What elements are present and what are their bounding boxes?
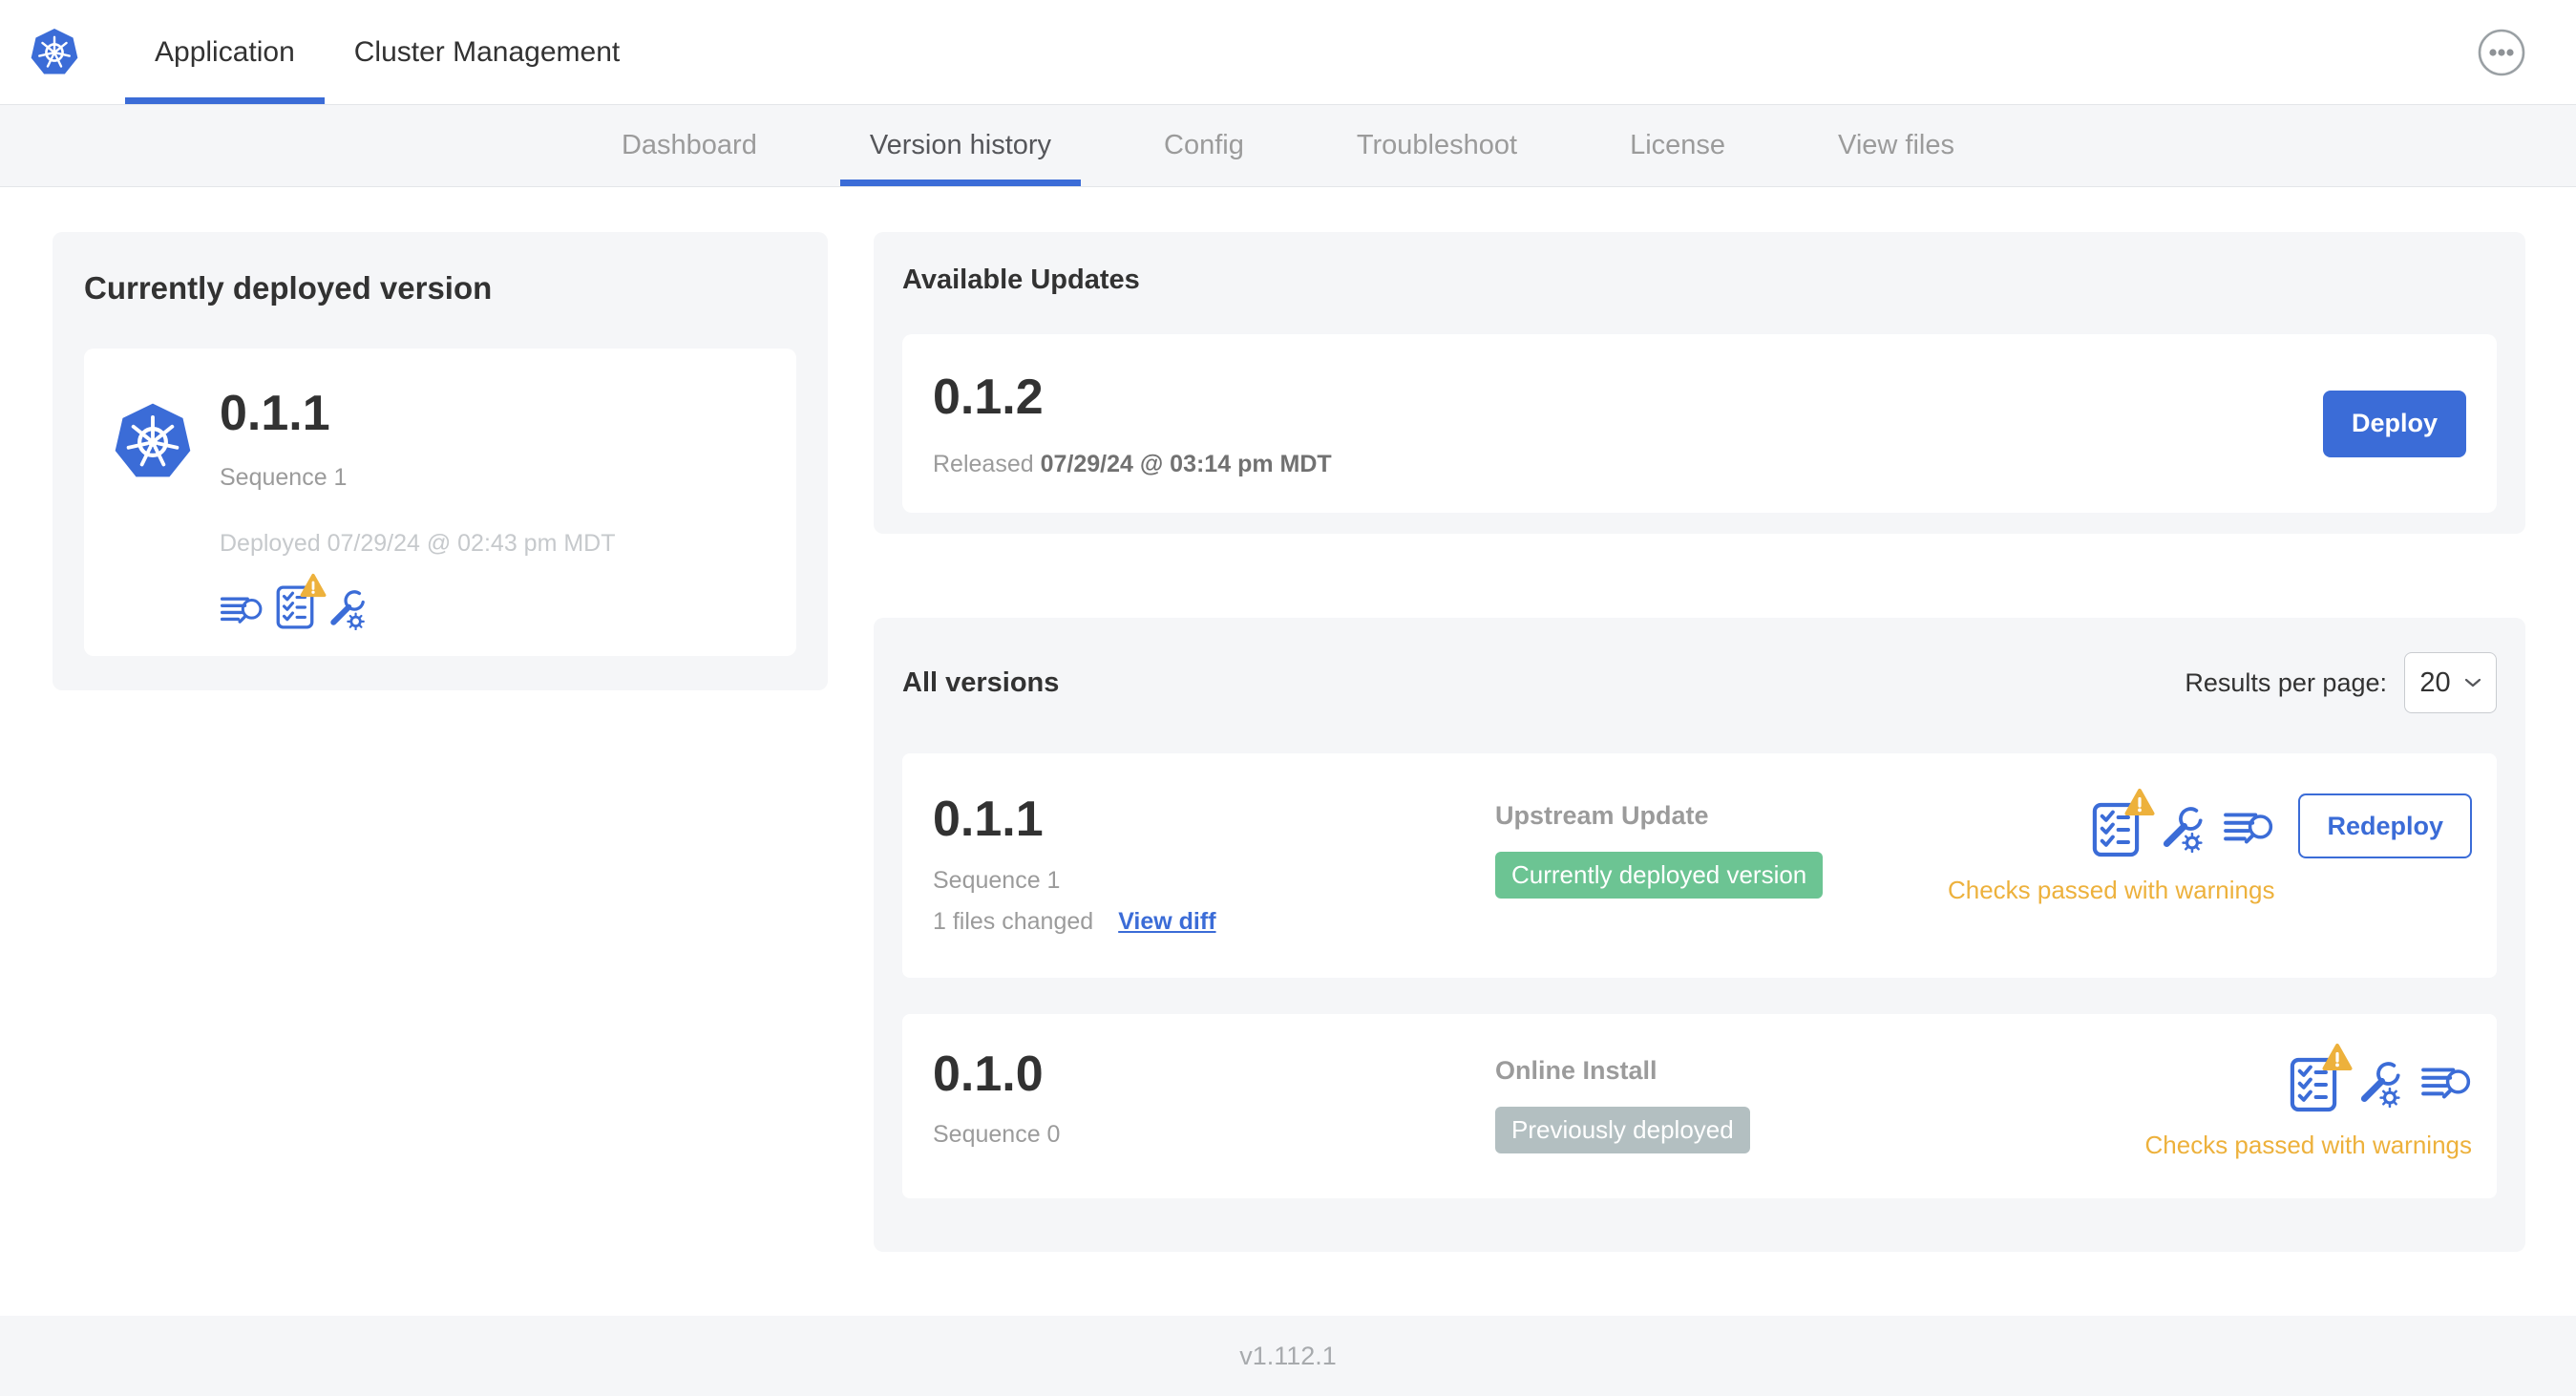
released-date: 07/29/24 @ 03:14 pm MDT <box>1040 451 1332 477</box>
status-badge: Currently deployed version <box>1495 852 1824 899</box>
warning-icon <box>2322 1043 2353 1071</box>
ellipsis-circle-icon <box>2477 28 2526 77</box>
results-per-page-value: 20 <box>2419 666 2451 698</box>
top-nav: Application Cluster Management <box>0 0 2576 105</box>
version-history-page: Currently deployed version 0.1.1 Sequenc… <box>0 187 2576 1252</box>
footer-version: v1.112.1 <box>1239 1341 1337 1370</box>
deployed-version-card: 0.1.1 Sequence 1 Deployed 07/29/24 @ 02:… <box>84 349 796 656</box>
tab-dashboard[interactable]: Dashboard <box>565 105 813 186</box>
sequence-label: Sequence 1 <box>933 866 1061 894</box>
results-per-page-label: Results per page: <box>2185 667 2387 697</box>
released-label: Released <box>933 451 1034 477</box>
currently-deployed-card: Currently deployed version 0.1.1 Sequenc… <box>53 232 828 690</box>
deployed-timestamp: Deployed 07/29/24 @ 02:43 pm MDT <box>220 530 616 558</box>
overflow-menu-button[interactable] <box>2477 28 2526 77</box>
chevron-down-icon <box>2464 678 2481 687</box>
tab-application[interactable]: Application <box>125 0 325 104</box>
status-badge: Previously deployed <box>1495 1106 1750 1153</box>
files-changed-label: 1 files changed <box>933 907 1094 935</box>
warning-icon <box>300 573 327 598</box>
currently-deployed-title: Currently deployed version <box>84 270 493 306</box>
available-updates-title: Available Updates <box>902 264 1140 295</box>
release-notes-icon[interactable] <box>2223 808 2274 852</box>
tab-config[interactable]: Config <box>1108 105 1300 186</box>
redeploy-button[interactable]: Redeploy <box>2298 793 2472 858</box>
preflight-checks-icon[interactable] <box>2091 801 2141 858</box>
preflight-checks-icon[interactable] <box>275 584 315 630</box>
sequence-label: Sequence 0 <box>933 1121 1061 1149</box>
tab-license[interactable]: License <box>1573 105 1782 186</box>
version-row: 0.1.1 Sequence 1 1 files changed View di… <box>902 753 2497 978</box>
release-notes-icon[interactable] <box>220 593 264 630</box>
preflight-checks-icon[interactable] <box>2289 1056 2338 1113</box>
available-updates-card: Available Updates 0.1.2 Released 07/29/2… <box>874 232 2525 534</box>
version-row: 0.1.0 Sequence 0 Online Install Previous… <box>902 1013 2497 1198</box>
release-notes-icon[interactable] <box>2420 1063 2472 1107</box>
app-kubernetes-icon <box>113 402 193 482</box>
checks-status-link[interactable]: Checks passed with warnings <box>2145 1131 2473 1160</box>
config-icon[interactable] <box>327 590 367 630</box>
results-per-page-select[interactable]: 20 <box>2404 652 2497 713</box>
warning-icon <box>2124 788 2155 816</box>
all-versions-title: All versions <box>902 666 1060 698</box>
all-versions-card: All versions Results per page: 20 0.1.1 … <box>874 618 2525 1252</box>
app-sub-nav: Dashboard Version history Config Trouble… <box>0 105 2576 187</box>
version-label: 0.1.1 <box>933 792 1044 847</box>
update-row: 0.1.2 Released 07/29/24 @ 03:14 pm MDT D… <box>902 334 2497 513</box>
tab-view-files[interactable]: View files <box>1782 105 2011 186</box>
tab-troubleshoot[interactable]: Troubleshoot <box>1300 105 1573 186</box>
checks-status-link[interactable]: Checks passed with warnings <box>1948 876 2275 905</box>
app-logo <box>30 0 79 104</box>
view-diff-link[interactable]: View diff <box>1118 908 1215 936</box>
config-icon[interactable] <box>2159 807 2205 853</box>
deployed-sequence-label: Sequence 1 <box>220 464 348 492</box>
version-label: 0.1.0 <box>933 1046 1044 1102</box>
tab-cluster-management[interactable]: Cluster Management <box>325 0 649 104</box>
deploy-button[interactable]: Deploy <box>2322 390 2466 457</box>
app-footer: v1.112.1 <box>0 1316 2576 1396</box>
update-version-label: 0.1.2 <box>933 370 1044 425</box>
tab-version-history[interactable]: Version history <box>813 105 1108 186</box>
version-source-label: Upstream Update <box>1495 801 1709 830</box>
kubernetes-logo-icon <box>30 28 79 77</box>
deployed-version-label: 0.1.1 <box>220 386 330 441</box>
released-timestamp: Released 07/29/24 @ 03:14 pm MDT <box>933 451 1332 478</box>
version-source-label: Online Install <box>1495 1055 1658 1085</box>
config-icon[interactable] <box>2356 1062 2402 1108</box>
